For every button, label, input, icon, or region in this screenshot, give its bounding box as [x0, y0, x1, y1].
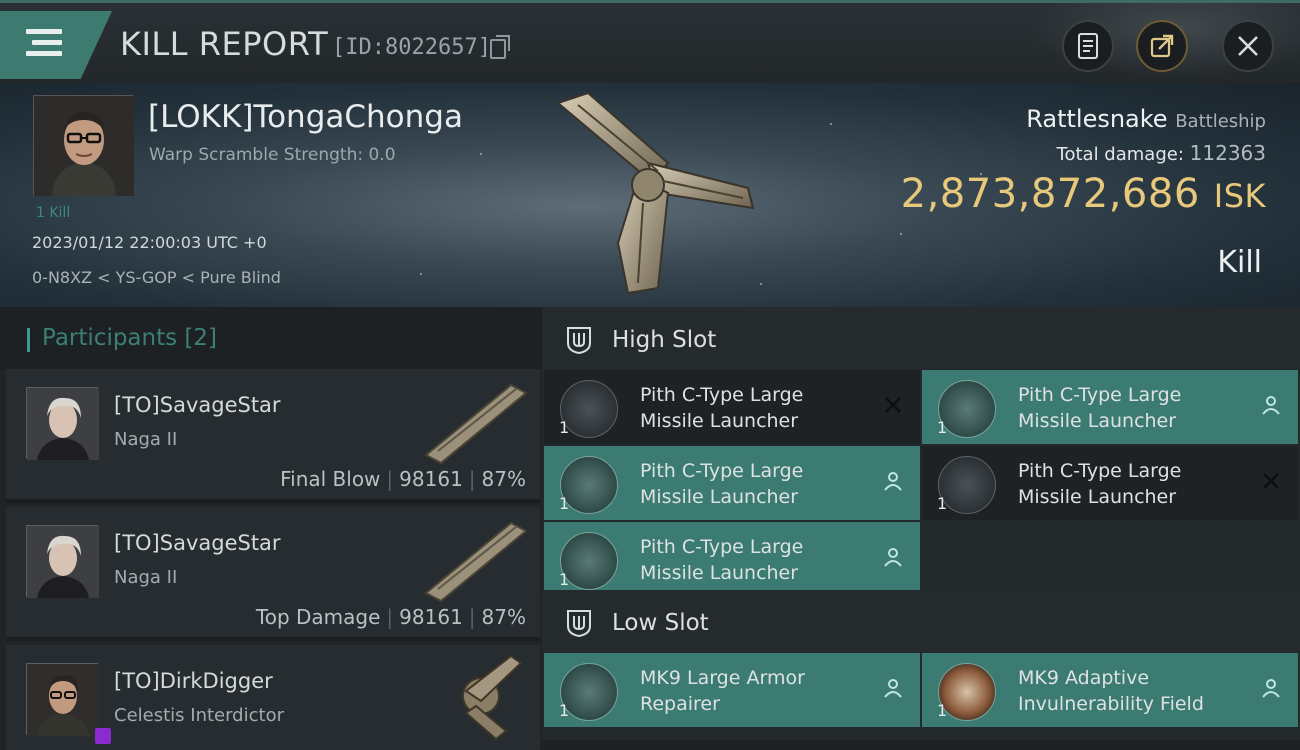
avatar — [26, 663, 111, 744]
pilot-portrait-icon — [27, 388, 99, 460]
destroyed-icon — [1263, 473, 1279, 489]
participants-panel: Participants [2] [TO]SavageStar Naga II … — [0, 307, 542, 750]
page-title: KILL REPORT — [120, 25, 329, 63]
participant-role: Top Damage — [255, 605, 381, 629]
item-name: MK9 Large Armor Repairer — [640, 667, 805, 715]
dropped-person-icon — [1262, 396, 1280, 415]
participant-name: [TO]SavageStar — [114, 531, 281, 555]
participant-row[interactable]: [TO]SavageStar Naga II Top Damage | 98161 |… — [6, 507, 540, 641]
participant-ship: Celestis Interdictor — [114, 705, 284, 726]
victim-ship[interactable]: Rattlesnake Battleship — [1026, 105, 1266, 133]
victim-ship-icon — [555, 93, 755, 295]
low-slot-label: Low Slot — [612, 610, 709, 636]
dropped-person-icon — [884, 548, 902, 567]
isk-value: 2,873,872,686 ISK — [901, 171, 1266, 217]
report-id: [ID:8022657] — [332, 35, 491, 60]
dropped-person-icon — [884, 472, 902, 491]
pilot-portrait-icon — [27, 526, 99, 598]
high-slot-header: High Slot — [542, 307, 1300, 369]
slot-item[interactable]: 1 MK9 Large Armor Repairer — [544, 653, 920, 727]
low-slot-icon — [567, 610, 591, 638]
slot-item[interactable]: 1 Pith C-Type Large Missile Launcher — [544, 370, 920, 444]
item-quantity: 1 — [937, 494, 948, 513]
fitting-panel: High Slot 1 Pith C-Type Large Missile La… — [542, 307, 1300, 750]
high-slot-label: High Slot — [612, 327, 717, 353]
low-slot-header: Low Slot — [542, 590, 1300, 652]
menu-button[interactable] — [0, 11, 112, 79]
list-overflow-edge — [542, 740, 1300, 750]
notes-button[interactable] — [1062, 20, 1114, 72]
total-damage: Total damage: 112363 — [1057, 141, 1266, 165]
top-bar: KILL REPORT [ID:8022657] — [0, 0, 1300, 86]
ship-class: Battleship — [1175, 111, 1266, 132]
slot-item[interactable]: 1 Pith C-Type Large Missile Launcher — [544, 446, 920, 520]
participant-ship: Naga II — [114, 429, 178, 450]
item-quantity: 1 — [559, 570, 570, 589]
accent-bar — [27, 328, 30, 352]
item-name: Pith C-Type Large Missile Launcher — [640, 536, 804, 584]
participant-role: Final Blow — [280, 467, 381, 491]
participant-row[interactable]: [TO]DirkDigger Celestis Interdictor — [6, 645, 540, 750]
participant-row[interactable]: [TO]SavageStar Naga II Final Blow | 98161 |… — [6, 369, 540, 503]
victim-hero: [LOKK]TongaChonga Warp Scramble Strength… — [0, 83, 1300, 307]
slot-item[interactable]: 1 MK9 Adaptive Invulnerability Field — [922, 653, 1298, 727]
victim-avatar[interactable] — [33, 95, 134, 196]
slot-item[interactable]: 1 Pith C-Type Large Missile Launcher — [922, 446, 1298, 520]
close-button[interactable] — [1222, 20, 1274, 72]
participant-stats: Final Blow | 98161 | 87% — [280, 467, 526, 491]
share-icon — [1150, 34, 1174, 58]
destroyed-icon — [885, 397, 901, 413]
victim-name[interactable]: [LOKK]TongaChonga — [148, 99, 463, 135]
item-quantity: 1 — [559, 701, 570, 720]
slot-item[interactable]: 1 Pith C-Type Large Missile Launcher — [544, 522, 920, 596]
menu-icon — [26, 29, 62, 62]
kill-status: Kill — [1217, 245, 1262, 280]
isk-amount: 2,873,872,686 — [900, 171, 1200, 217]
participant-percent: 87% — [481, 467, 526, 491]
corp-badge-icon — [95, 728, 111, 744]
dropped-person-icon — [1262, 679, 1280, 698]
item-quantity: 1 — [559, 418, 570, 437]
pilot-portrait-icon — [27, 664, 99, 736]
kill-date: 2023/01/12 22:00:03 UTC +0 — [32, 233, 267, 252]
naga-ship-icon — [424, 521, 528, 603]
participants-label: Participants [2] — [42, 325, 217, 351]
item-quantity: 1 — [937, 701, 948, 720]
avatar — [26, 387, 99, 460]
total-damage-label: Total damage: — [1056, 144, 1184, 165]
item-name: Pith C-Type Large Missile Launcher — [1018, 384, 1182, 432]
high-slot-icon — [567, 327, 591, 355]
copy-icon[interactable] — [490, 35, 510, 59]
total-damage-value: 112363 — [1189, 141, 1266, 165]
item-quantity: 1 — [559, 494, 570, 513]
participant-name: [TO]SavageStar — [114, 393, 281, 417]
participants-header: Participants [2] — [0, 307, 542, 369]
participant-name: [TO]DirkDigger — [114, 669, 273, 693]
item-name: Pith C-Type Large Missile Launcher — [640, 460, 804, 508]
dropped-person-icon — [884, 679, 902, 698]
pilot-portrait-icon — [34, 96, 134, 196]
ship-name: Rattlesnake — [1026, 105, 1168, 133]
item-name: Pith C-Type Large Missile Launcher — [640, 384, 804, 432]
kill-location[interactable]: 0-N8XZ < YS-GOP < Pure Blind — [32, 268, 281, 287]
warp-scramble-strength: Warp Scramble Strength: 0.0 — [149, 145, 396, 165]
participant-ship: Naga II — [114, 567, 178, 588]
item-name: MK9 Adaptive Invulnerability Field — [1018, 667, 1204, 715]
isk-unit: ISK — [1213, 177, 1266, 215]
item-quantity: 1 — [937, 418, 948, 437]
kill-tag: 1 Kill — [36, 205, 71, 221]
close-icon — [1238, 36, 1258, 56]
participant-damage: 98161 — [399, 467, 463, 491]
notes-icon — [1078, 33, 1098, 59]
participant-stats: Top Damage | 98161 | 87% — [255, 605, 526, 629]
participant-percent: 87% — [481, 605, 526, 629]
slot-item[interactable]: 1 Pith C-Type Large Missile Launcher — [922, 370, 1298, 444]
share-button[interactable] — [1136, 20, 1188, 72]
avatar — [26, 525, 99, 598]
naga-ship-icon — [424, 383, 528, 465]
celestis-ship-icon — [462, 654, 523, 741]
participant-damage: 98161 — [399, 605, 463, 629]
item-name: Pith C-Type Large Missile Launcher — [1018, 460, 1182, 508]
